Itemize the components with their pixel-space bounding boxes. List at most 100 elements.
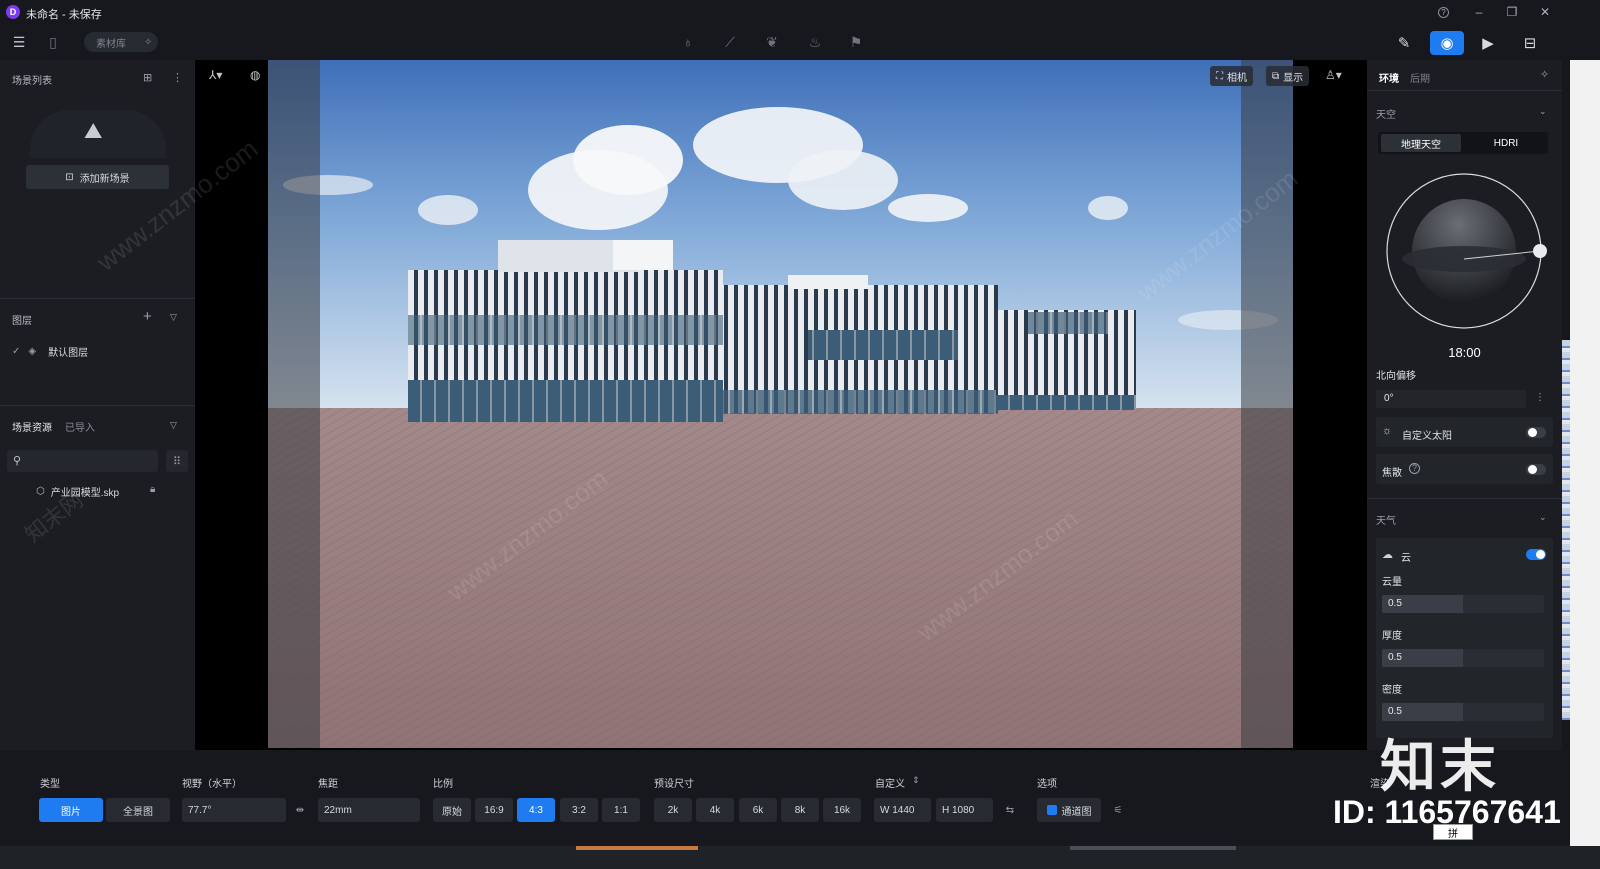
- leaf-icon[interactable]: ❦: [763, 33, 781, 51]
- minimize-button[interactable]: –: [1470, 4, 1488, 20]
- layer-row[interactable]: ✓ ◈ 默认图层: [12, 344, 88, 359]
- checkbox-icon[interactable]: [1046, 805, 1057, 815]
- inbox-icon[interactable]: ⊟: [1515, 31, 1545, 55]
- custom-label: 自定义: [875, 779, 905, 790]
- restore-button[interactable]: ❐: [1503, 4, 1521, 20]
- window-title: 未命名 - 未保存: [26, 9, 102, 21]
- chevron-down-icon[interactable]: ▽: [170, 312, 177, 323]
- cloud-amount-slider[interactable]: 0.5: [1382, 595, 1544, 613]
- focal-input[interactable]: 22mm: [318, 798, 420, 822]
- tab-environment[interactable]: 环境: [1379, 70, 1399, 85]
- type-panorama-button[interactable]: 全景图: [106, 798, 170, 822]
- preset-4k-button[interactable]: 4k: [696, 798, 734, 822]
- grid-view-icon[interactable]: ⠿: [166, 450, 188, 472]
- building-middle: [723, 275, 998, 414]
- cloud-toggle[interactable]: [1526, 549, 1546, 560]
- add-layer-icon[interactable]: +: [143, 308, 152, 325]
- asset-library-button[interactable]: 素材库 ✧: [84, 32, 158, 52]
- camera-view-button[interactable]: ⛶ 相机: [1210, 66, 1253, 86]
- fov-label: 视野（水平）: [182, 779, 242, 790]
- more-icon[interactable]: ⋮: [172, 71, 183, 84]
- type-picture-button[interactable]: 图片: [39, 798, 103, 822]
- display-button[interactable]: ⧉ 显示: [1266, 66, 1310, 86]
- left-panel: 场景列表 ⊞ ⋮ ⛰ ⊡ 添加新场景 图层 + ▽ ✓ ◈ 默认图层 场景资源 …: [0, 60, 195, 750]
- preset-16k-button[interactable]: 16k: [823, 798, 861, 822]
- density-label: 密度: [1382, 685, 1402, 696]
- lock-icon[interactable]: 🔒︎: [150, 484, 155, 495]
- video-icon[interactable]: ▶: [1473, 31, 1503, 55]
- north-offset-input[interactable]: 0°: [1376, 390, 1526, 408]
- preset-8k-button[interactable]: 8k: [781, 798, 819, 822]
- tab-imported[interactable]: 已导入: [65, 419, 95, 434]
- add-scene-button[interactable]: ⊡ 添加新场景: [26, 165, 169, 189]
- right-panel: 环境 后期 ✧ 天空 ⌄ 地理天空 HDRI 18:00 北向偏移 0° ⋮ ☼…: [1367, 60, 1562, 750]
- info-icon[interactable]: ?: [1409, 463, 1420, 474]
- settings-sliders-icon[interactable]: ⚟: [1106, 798, 1130, 822]
- side-gutter: [1570, 60, 1600, 846]
- preset-label: 预设尺寸: [654, 779, 694, 790]
- ratio-original-button[interactable]: 原始: [433, 798, 471, 822]
- sky-mode-geo[interactable]: 地理天空: [1381, 134, 1461, 152]
- type-label: 类型: [40, 779, 60, 790]
- swap-icon[interactable]: ⇆: [998, 798, 1022, 822]
- asset-file-row[interactable]: ⬡ 产业园模型.skp: [36, 484, 119, 499]
- tab-scene-assets[interactable]: 场景资源: [12, 419, 52, 434]
- sun-dial[interactable]: [1384, 173, 1548, 333]
- preset-2k-button[interactable]: 2k: [654, 798, 692, 822]
- display-label: 显示: [1283, 72, 1304, 84]
- cloud-card: ☁ 云 云量 0.5 厚度 0.5 密度 0.5: [1376, 538, 1553, 738]
- cloud-amount-label: 云量: [1382, 577, 1402, 588]
- title-bar: D 未命名 - 未保存 ? – ❐ ✕: [0, 0, 1600, 24]
- chevron-down-icon[interactable]: ⌄: [1539, 512, 1547, 523]
- render-viewport[interactable]: ⅄▾ ◍ ✐: [195, 60, 1367, 750]
- ratio-3-2-button[interactable]: 3:2: [560, 798, 598, 822]
- ime-indicator[interactable]: 拼: [1433, 824, 1473, 840]
- width-input[interactable]: W 1440: [874, 798, 931, 822]
- check-icon[interactable]: ✓: [12, 346, 20, 357]
- help-icon[interactable]: ?: [1438, 7, 1449, 18]
- more-icon[interactable]: ⋮: [1535, 392, 1545, 403]
- menu-icon[interactable]: ☰: [10, 33, 28, 51]
- render-image: [268, 60, 1293, 748]
- tab-post[interactable]: 后期: [1410, 70, 1430, 85]
- sun-handle-icon: [1533, 244, 1547, 258]
- taskbar-highlight: [576, 846, 698, 850]
- stepper-icon[interactable]: ⇕: [912, 775, 920, 786]
- globe-icon[interactable]: ◍: [250, 68, 260, 82]
- preset-6k-button[interactable]: 6k: [739, 798, 777, 822]
- ratio-label: 比例: [433, 779, 453, 790]
- magic-wand-icon[interactable]: ✧: [1540, 68, 1549, 81]
- side-scroll-strip[interactable]: [1562, 340, 1570, 720]
- density-slider[interactable]: 0.5: [1382, 703, 1544, 721]
- fire-icon[interactable]: ♨: [806, 33, 824, 51]
- ratio-1-1-button[interactable]: 1:1: [602, 798, 640, 822]
- flag-icon[interactable]: ⚑: [847, 33, 865, 51]
- add-scene-icon[interactable]: ⊞: [143, 71, 152, 84]
- channel-label: 通道图: [1061, 806, 1092, 818]
- caustics-toggle[interactable]: [1526, 464, 1546, 475]
- ratio-4-3-button[interactable]: 4:3: [517, 798, 555, 822]
- image-plus-icon: ⊡: [65, 171, 74, 183]
- person-view-icon[interactable]: ♙▾: [1325, 68, 1342, 82]
- chevron-down-icon[interactable]: ⌄: [1539, 106, 1547, 117]
- chevron-down-icon[interactable]: ▽: [170, 420, 177, 431]
- sky-mode-hdri[interactable]: HDRI: [1466, 134, 1546, 152]
- path-icon[interactable]: ⟋: [721, 33, 739, 51]
- channel-option[interactable]: 通道图: [1037, 798, 1101, 822]
- height-input[interactable]: H 1080: [936, 798, 993, 822]
- watermark-brand: 知末: [1380, 735, 1500, 798]
- edit-image-icon[interactable]: ✎: [1389, 31, 1419, 55]
- file-icon[interactable]: ▯: [44, 33, 62, 51]
- thickness-label: 厚度: [1382, 631, 1402, 642]
- close-button[interactable]: ✕: [1536, 4, 1554, 20]
- axis-gizmo-icon[interactable]: ⅄▾: [209, 68, 222, 82]
- thickness-slider[interactable]: 0.5: [1382, 649, 1544, 667]
- search-input[interactable]: ⚲: [7, 450, 158, 472]
- fov-input[interactable]: 77.7°: [182, 798, 286, 822]
- asset-file-name: 产业园模型.skp: [50, 488, 120, 499]
- light-bulb-icon[interactable]: ♁: [679, 33, 697, 51]
- ratio-16-9-button[interactable]: 16:9: [475, 798, 513, 822]
- camera-mode-button[interactable]: ◉: [1430, 31, 1464, 55]
- custom-sun-toggle[interactable]: [1526, 427, 1546, 438]
- link-width-icon[interactable]: ⇹: [289, 798, 311, 822]
